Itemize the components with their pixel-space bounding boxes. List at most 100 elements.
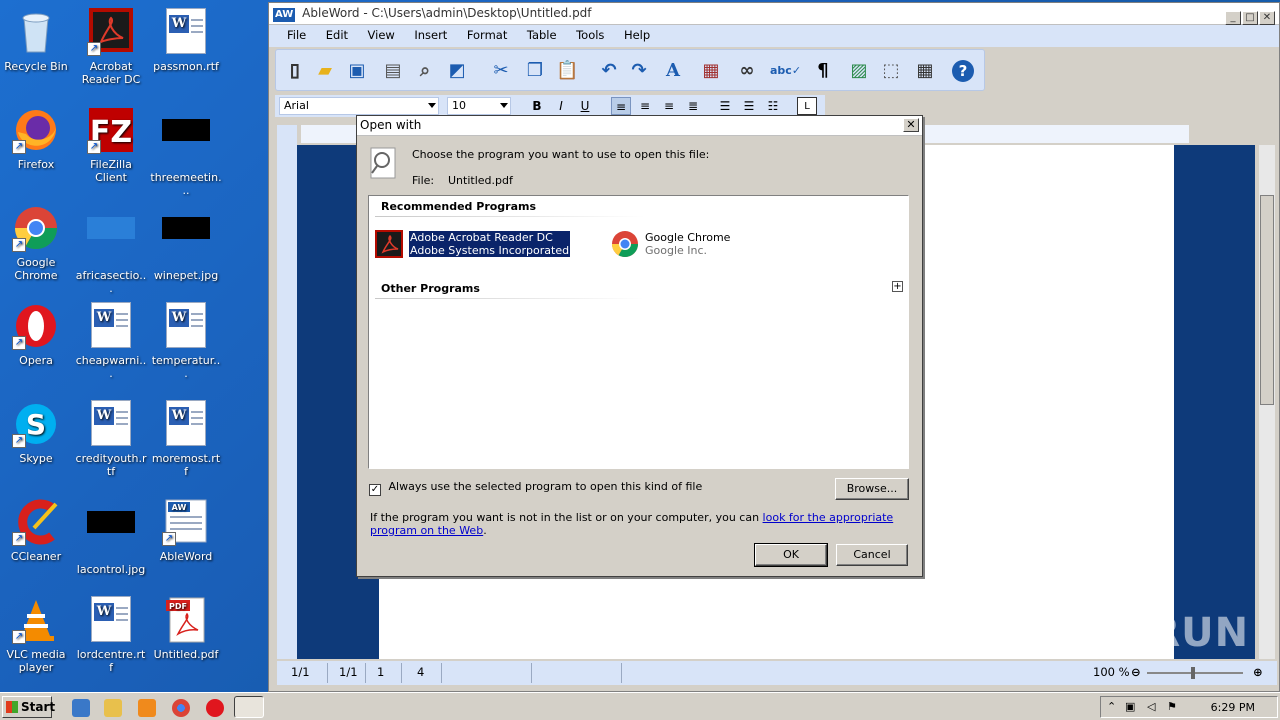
save-button[interactable]: ▣ [342,56,372,86]
font-button[interactable]: A [658,56,688,86]
explorer-icon[interactable] [104,699,122,717]
desktop-icon-africasectio[interactable]: africasectio... [75,204,147,295]
network-icon[interactable]: ▣ [1125,700,1135,713]
copy-button[interactable]: ❐ [520,56,550,86]
bold-button[interactable]: B [527,97,547,115]
browse-button[interactable]: Browse... [835,478,909,500]
desktop-icon-vlc[interactable]: ↗ VLC media player [0,596,72,674]
always-use-row[interactable]: ✓ Always use the selected program to ope… [369,480,702,496]
vertical-scrollbar[interactable] [1259,145,1275,659]
flag-icon[interactable]: ⚑ [1167,700,1177,713]
program-adobe-acrobat[interactable]: Adobe Acrobat Reader DC Adobe Systems In… [375,228,571,260]
chrome-taskbar-icon[interactable] [172,699,190,717]
redo-button[interactable]: ↷ [624,56,654,86]
outline-list-button[interactable]: ☷ [763,97,783,115]
desktop-icon-passmon[interactable]: W passmon.rtf [150,8,222,73]
page-setup-button[interactable]: ◩ [442,56,472,86]
program-google-chrome[interactable]: Google Chrome Google Inc. [611,228,761,260]
menu-insert[interactable]: Insert [406,25,455,45]
zoom-in-button[interactable]: ⊕ [1253,665,1263,679]
dialog-close-button[interactable]: ✕ [903,118,919,132]
menu-file[interactable]: File [279,25,314,45]
frame-button[interactable]: ⬚ [876,56,906,86]
justify-button[interactable]: ≣ [683,97,703,115]
always-use-checkbox[interactable]: ✓ [369,484,381,496]
menu-help[interactable]: Help [616,25,658,45]
menu-view[interactable]: View [360,25,403,45]
desktop-icon-recycle-bin[interactable]: Recycle Bin [0,8,72,73]
cancel-button[interactable]: Cancel [836,544,908,566]
desktop-icon-temperatur[interactable]: W temperatur... [150,302,222,380]
ie-icon[interactable] [72,699,90,717]
start-button[interactable]: Start [2,696,55,718]
volume-icon[interactable]: ◁ [1147,700,1155,713]
open-with-dialog: Open with ✕ Choose the program you want … [356,115,923,577]
program-name: Adobe Acrobat Reader DC [410,231,553,244]
desktop-icon-moremost[interactable]: W moremost.rtf [150,400,222,478]
menu-table[interactable]: Table [519,25,565,45]
help-button[interactable]: ? [948,56,978,86]
maximize-button[interactable]: □ [1242,11,1258,25]
minimize-button[interactable]: _ [1225,11,1241,25]
font-size-combo[interactable]: 10 [447,97,511,115]
desktop-icon-opera[interactable]: ↗ Opera [0,302,72,367]
desktop-icon-acrobat[interactable]: ↗ Acrobat Reader DC [75,8,147,86]
ableword-taskbar-button[interactable] [234,696,264,718]
show-hidden-icons-icon[interactable]: ⌃ [1107,700,1116,713]
show-formatting-button[interactable]: ¶ [808,56,838,86]
menu-tools[interactable]: Tools [568,25,612,45]
desktop-icon-firefox[interactable]: ↗ Firefox [0,106,72,171]
font-name-combo[interactable]: Arial [279,97,439,115]
numbered-list-button[interactable]: ☰ [715,97,735,115]
desktop-icon-skype[interactable]: S ↗ Skype [0,400,72,465]
print-preview-button[interactable]: ⌕ [410,56,440,86]
align-right-button[interactable]: ≡ [659,97,679,115]
calculator-button[interactable]: ▦ [696,56,726,86]
find-button[interactable]: ∞ [732,56,762,86]
menu-edit[interactable]: Edit [318,25,356,45]
insert-image-button[interactable]: ▨ [844,56,874,86]
system-tray: ⌃ ▣ ◁ ⚑ 6:29 PM [1100,696,1278,718]
desktop-icon-filezilla[interactable]: FZ ↗ FileZilla Client [75,106,147,184]
desktop-icon-untitled-pdf[interactable]: PDF Untitled.pdf [150,596,222,661]
spellcheck-button[interactable]: abc✓ [766,56,801,86]
window-titlebar[interactable]: AW AbleWord - C:\Users\admin\Desktop\Unt… [269,3,1279,25]
undo-button[interactable]: ↶ [594,56,624,86]
filezilla-icon: FZ ↗ [87,106,135,154]
expand-other-programs-button[interactable]: + [892,281,903,292]
desktop-icon-lordcentre[interactable]: W lordcentre.rtf [75,596,147,674]
close-window-button[interactable]: ✕ [1259,11,1275,25]
zoom-slider-knob[interactable] [1191,667,1195,679]
dialog-titlebar[interactable]: Open with ✕ [357,116,922,136]
cut-button[interactable]: ✂ [486,56,516,86]
desktop-icon-lacontrol[interactable]: lacontrol.jpg [75,498,147,576]
tab-stop-button[interactable]: L [797,97,817,115]
underline-button[interactable]: U [575,97,595,115]
zoom-out-button[interactable]: ⊖ [1131,665,1141,679]
desktop-icon-cheapwarni[interactable]: W cheapwarni... [75,302,147,380]
menu-format[interactable]: Format [459,25,516,45]
desktop-icon-credityouth[interactable]: W credityouth.rtf [75,400,147,478]
new-button[interactable]: ▯ [280,56,310,86]
print-button[interactable]: ▤ [378,56,408,86]
opera-taskbar-icon[interactable] [206,699,224,717]
paste-button[interactable]: 📋 [552,56,582,86]
scrollbar-thumb[interactable] [1260,195,1274,405]
bullet-list-button[interactable]: ☰ [739,97,759,115]
desktop-icon-ccleaner[interactable]: ↗ CCleaner [0,498,72,563]
desktop-icon-threemeetin[interactable]: threemeetin... [150,106,222,197]
zoom-slider[interactable] [1147,667,1243,679]
table-button[interactable]: ▦ [910,56,940,86]
align-left-button[interactable]: ≡ [611,97,631,115]
desktop-icon-ableword[interactable]: AW ↗ AbleWord [150,498,222,563]
acrobat-icon [375,230,403,258]
media-player-icon[interactable] [138,699,156,717]
ok-button[interactable]: OK [754,543,828,567]
binoculars-icon: ∞ [739,60,755,81]
align-center-button[interactable]: ≡ [635,97,655,115]
desktop-icon-chrome[interactable]: ↗ Google Chrome [0,204,72,282]
desktop-icon-winepet[interactable]: winepet.jpg [150,204,222,282]
open-button[interactable]: ▰ [310,56,340,86]
clock[interactable]: 6:29 PM [1211,701,1255,714]
italic-button[interactable]: I [551,97,571,115]
